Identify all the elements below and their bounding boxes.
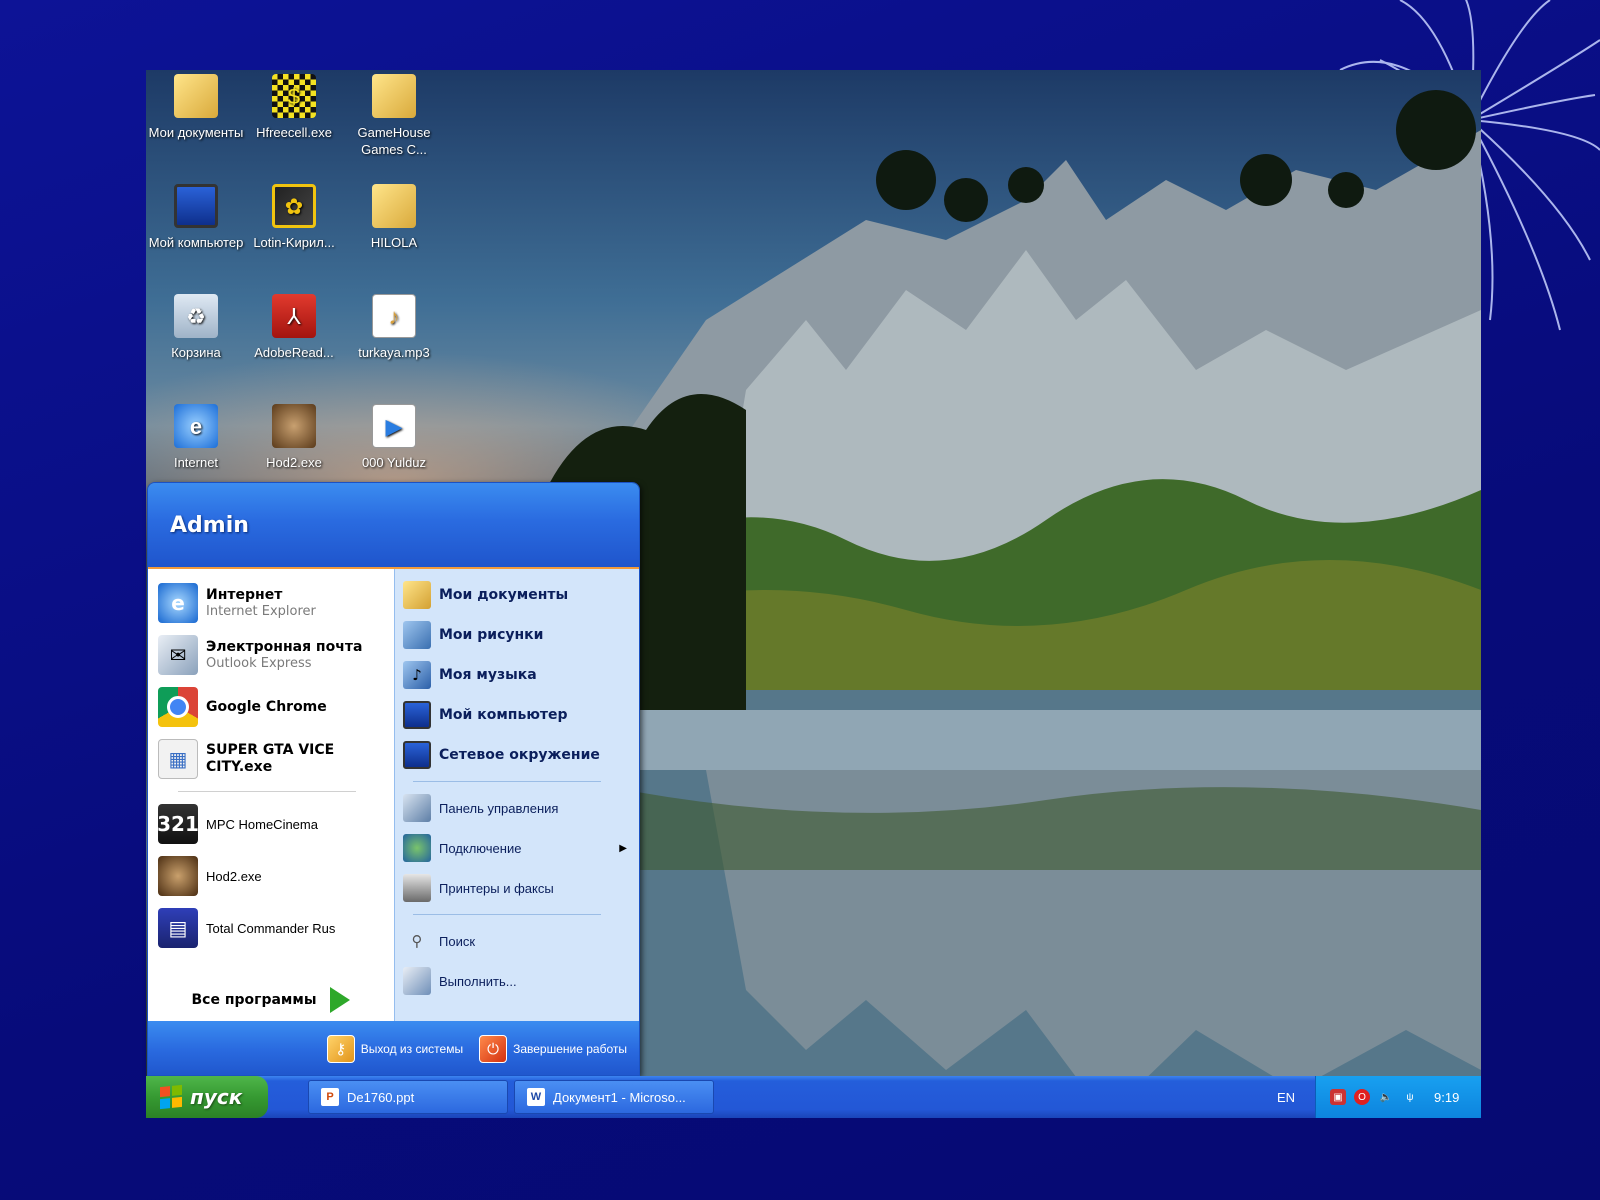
pictures-folder-icon xyxy=(403,621,431,649)
menu-item-run[interactable]: Выполнить... xyxy=(403,961,631,1001)
face-icon xyxy=(158,856,198,896)
system-tray: ▣ O 🔈 ψ 9:19 xyxy=(1315,1076,1481,1118)
desktop-icon-hilola[interactable]: HILOLA xyxy=(344,184,444,251)
green-arrow-icon xyxy=(330,987,351,1013)
folder-icon xyxy=(403,581,431,609)
control-panel-icon xyxy=(403,794,431,822)
desktop-icon-lotin-kiril[interactable]: ✿ Lotin-Kирил... xyxy=(244,184,344,251)
start-menu-programs: e Интернет Internet Explorer ✉ Электронн… xyxy=(148,569,394,1021)
menu-item-internet[interactable]: e Интернет Internet Explorer xyxy=(158,577,386,629)
desktop-icon-hod2[interactable]: Hod2.exe xyxy=(244,404,344,471)
menu-item-my-pictures[interactable]: Мои рисунки xyxy=(403,615,631,655)
start-menu: Admin e Интернет Internet Explorer ✉ Эле… xyxy=(147,482,640,1076)
clock[interactable]: 9:19 xyxy=(1434,1090,1459,1105)
folder-icon xyxy=(372,184,416,228)
desktop-icon-yulduz[interactable]: ▶ 000 Yulduz xyxy=(344,404,444,471)
menu-item-search[interactable]: ⚲ Поиск xyxy=(403,921,631,961)
chrome-icon xyxy=(158,687,198,727)
monitor-icon xyxy=(174,184,218,228)
menu-item-email[interactable]: ✉ Электронная почта Outlook Express xyxy=(158,629,386,681)
power-icon: ⏻ xyxy=(479,1035,508,1063)
start-menu-footer: ⚷ Выход из системы ⏻ Завершение работы xyxy=(148,1021,639,1075)
music-folder-icon: ♪ xyxy=(403,661,431,689)
desktop-icon-recycle-bin[interactable]: ♻ Корзина xyxy=(146,294,246,361)
taskbar: пуск P De1760.ppt W Документ1 - Microso.… xyxy=(146,1076,1481,1118)
face-icon xyxy=(272,404,316,448)
volume-icon[interactable]: 🔈 xyxy=(1378,1089,1394,1105)
language-indicator[interactable]: EN xyxy=(1277,1090,1295,1105)
opera-tray-icon[interactable]: O xyxy=(1354,1089,1370,1105)
app-icon: ✿ xyxy=(272,184,316,228)
quick-launch-area[interactable] xyxy=(272,1082,302,1112)
checker-icon: $ xyxy=(272,74,316,118)
menu-item-google-chrome[interactable]: Google Chrome xyxy=(158,681,386,733)
ie-icon: e xyxy=(174,404,218,448)
ie-icon: e xyxy=(158,583,198,623)
start-menu-places: Мои документы Мои рисунки ♪ Моя музыка М… xyxy=(394,569,639,1021)
audio-file-icon: ♪ xyxy=(372,294,416,338)
menu-item-control-panel[interactable]: Панель управления xyxy=(403,788,631,828)
desktop-icon-my-documents[interactable]: Мои документы xyxy=(146,74,246,141)
windows-logo-icon xyxy=(160,1084,182,1110)
exe-icon: ▦ xyxy=(158,739,198,779)
floppy-icon: ▤ xyxy=(158,908,198,948)
desktop-icon-adobe-reader[interactable]: ⅄ AdobeRead... xyxy=(244,294,344,361)
all-programs-button[interactable]: Все программы xyxy=(148,987,394,1013)
menu-separator xyxy=(413,914,601,915)
menu-separator xyxy=(413,781,601,782)
recycle-bin-icon: ♻ xyxy=(174,294,218,338)
desktop-icon-turkaya-mp3[interactable]: ♪ turkaya.mp3 xyxy=(344,294,444,361)
menu-item-hod2[interactable]: Hod2.exe xyxy=(158,850,386,902)
computer-icon xyxy=(403,701,431,729)
menu-item-mpc-homecinema[interactable]: 321 MPC HomeCinema xyxy=(157,798,386,850)
start-menu-header: Admin xyxy=(148,483,639,569)
chevron-right-icon: ▶ xyxy=(619,842,627,854)
folder-icon xyxy=(174,74,218,118)
menu-item-my-computer[interactable]: Мой компьютер xyxy=(403,695,631,735)
desktop-icon-gamehouse[interactable]: GameHouse Games C... xyxy=(344,74,444,158)
run-icon xyxy=(403,967,431,995)
desktop-icon-hfreecell[interactable]: $ Hfreecell.exe xyxy=(244,74,344,141)
menu-item-my-documents[interactable]: Мои документы xyxy=(403,575,631,615)
menu-separator xyxy=(178,791,356,792)
network-tray-icon[interactable]: ▣ xyxy=(1330,1089,1346,1105)
menu-item-total-commander[interactable]: ▤ Total Commander Rus xyxy=(158,902,386,954)
user-name: Admin xyxy=(170,512,249,538)
desktop-icon-my-computer[interactable]: Мой компьютер xyxy=(146,184,246,251)
start-button[interactable]: пуск xyxy=(146,1076,268,1118)
desktop-icon-internet-explorer[interactable]: e Internet xyxy=(146,404,246,471)
key-icon: ⚷ xyxy=(326,1035,355,1063)
adobe-icon: ⅄ xyxy=(272,294,316,338)
taskbar-button-word[interactable]: W Документ1 - Microso... xyxy=(514,1080,714,1114)
menu-item-connect-to[interactable]: Подключение ▶ xyxy=(403,828,631,868)
word-icon: W xyxy=(527,1088,545,1106)
mail-icon: ✉ xyxy=(158,635,198,675)
printer-icon xyxy=(403,874,431,902)
menu-item-network-places[interactable]: Сетевое окружение xyxy=(403,735,631,775)
menu-item-gta-vice-city[interactable]: ▦ SUPER GTA VICE CITY.exe xyxy=(158,733,386,785)
taskbar-button-ppt[interactable]: P De1760.ppt xyxy=(308,1080,508,1114)
powerpoint-icon: P xyxy=(321,1088,339,1106)
search-icon: ⚲ xyxy=(411,932,423,950)
menu-item-my-music[interactable]: ♪ Моя музыка xyxy=(403,655,631,695)
menu-item-printers-faxes[interactable]: Принтеры и факсы xyxy=(403,868,631,908)
globe-icon xyxy=(403,834,431,862)
media-file-icon: ▶ xyxy=(372,404,416,448)
shutdown-button[interactable]: ⏻ Завершение работы xyxy=(479,1035,627,1063)
antenna-icon[interactable]: ψ xyxy=(1402,1089,1418,1105)
mpc-icon: 321 xyxy=(157,804,199,844)
network-icon xyxy=(403,741,431,769)
logoff-button[interactable]: ⚷ Выход из системы xyxy=(326,1035,463,1063)
folder-icon xyxy=(372,74,416,118)
